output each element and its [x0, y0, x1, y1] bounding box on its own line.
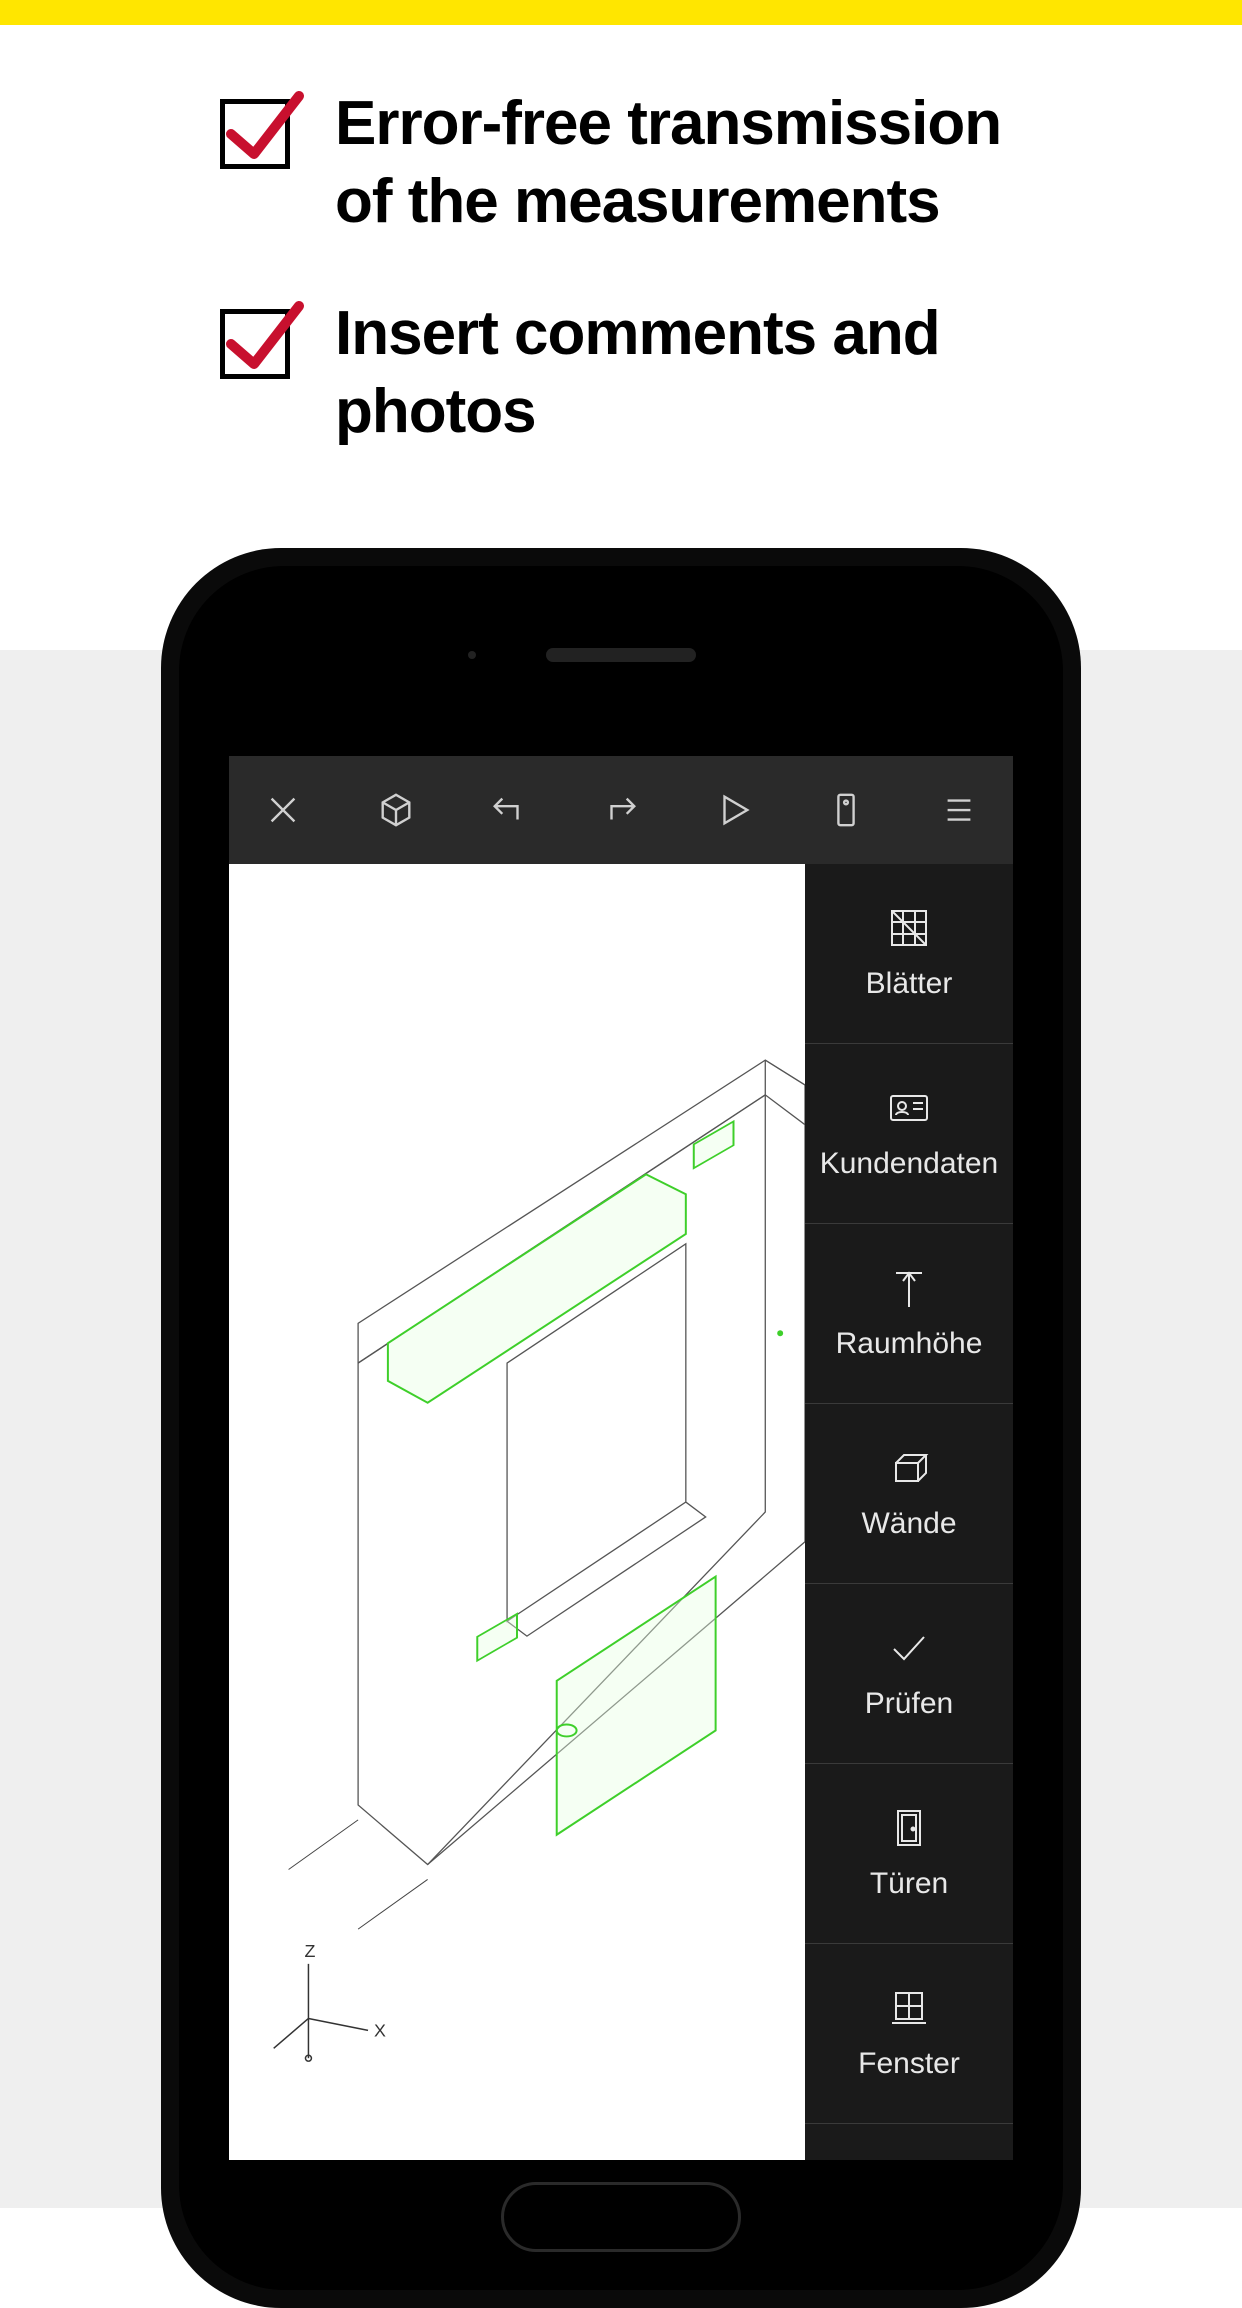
sidebar-item-label: Türen	[870, 1867, 948, 1901]
checkmark-icon	[220, 309, 290, 379]
sidebar-item-label: Prüfen	[865, 1687, 953, 1721]
feature-text: Insert comments and photos	[335, 295, 1022, 450]
window-icon	[888, 1987, 930, 2029]
feature-text: Error-free transmission of the measureme…	[335, 85, 1022, 240]
id-card-icon	[888, 1087, 930, 1129]
phone-mockup: Z X Blätter Kundend	[161, 548, 1081, 2308]
sidebar-item-check[interactable]: Prüfen	[805, 1584, 1013, 1764]
side-panel: Blätter Kundendaten Raumhöhe	[805, 864, 1013, 2160]
sidebar-item-label: Raumhöhe	[836, 1327, 983, 1361]
sidebar-item-label: Wände	[861, 1507, 956, 1541]
feature-item: Error-free transmission of the measureme…	[220, 85, 1022, 240]
close-icon[interactable]	[259, 786, 307, 834]
feature-list: Error-free transmission of the measureme…	[0, 25, 1242, 535]
sidebar-item-customer[interactable]: Kundendaten	[805, 1044, 1013, 1224]
phone-speaker	[546, 648, 696, 662]
play-icon[interactable]	[710, 786, 758, 834]
drawing-canvas[interactable]: Z X	[229, 864, 805, 2160]
feature-item: Insert comments and photos	[220, 295, 1022, 450]
sidebar-item-doors[interactable]: Türen	[805, 1764, 1013, 1944]
app-body: Z X Blätter Kundend	[229, 864, 1013, 2160]
door-icon	[888, 1807, 930, 1849]
sidebar-item-label: Blätter	[866, 967, 953, 1001]
brand-accent-bar	[0, 0, 1242, 25]
sidebar-item-sheets[interactable]: Blätter	[805, 864, 1013, 1044]
grid-x-icon	[888, 907, 930, 949]
sidebar-item-windows[interactable]: Fenster	[805, 1944, 1013, 2124]
menu-icon[interactable]	[935, 786, 983, 834]
redo-icon[interactable]	[597, 786, 645, 834]
undo-icon[interactable]	[484, 786, 532, 834]
checkmark-icon	[220, 99, 290, 169]
phone-bezel: Z X Blätter Kundend	[179, 566, 1063, 2290]
height-icon	[888, 1267, 930, 1309]
cube-icon	[888, 1447, 930, 1489]
sidebar-item-walls[interactable]: Wände	[805, 1404, 1013, 1584]
axis-x-label: X	[374, 2020, 386, 2040]
sidebar-item-label: Kundendaten	[820, 1147, 999, 1181]
check-icon	[888, 1627, 930, 1669]
sidebar-item-height[interactable]: Raumhöhe	[805, 1224, 1013, 1404]
cube-3d-icon[interactable]	[372, 786, 420, 834]
phone-home-button	[501, 2182, 741, 2252]
app-screen: Z X Blätter Kundend	[229, 756, 1013, 2160]
app-toolbar	[229, 756, 1013, 864]
sidebar-item-label: Fenster	[858, 2047, 960, 2081]
device-icon[interactable]	[822, 786, 870, 834]
axis-z-label: Z	[304, 1941, 315, 1961]
